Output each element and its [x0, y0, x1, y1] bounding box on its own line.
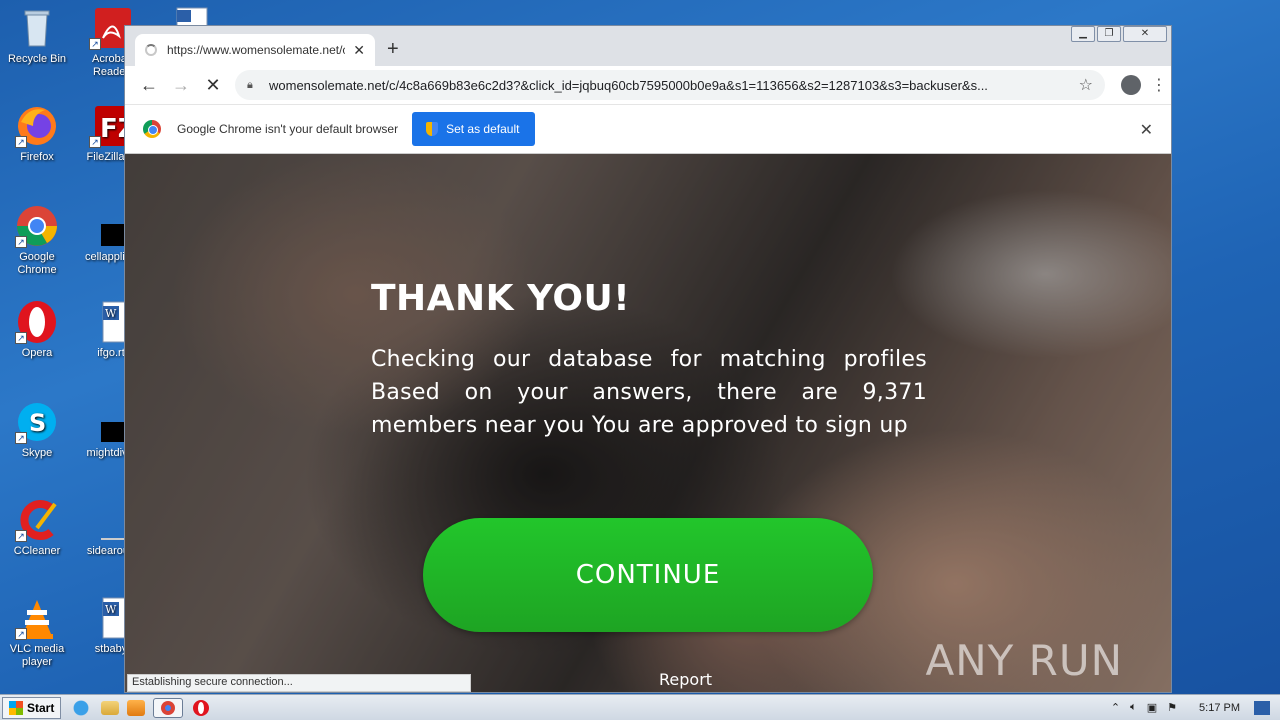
- taskbar-chrome-icon[interactable]: [153, 697, 184, 718]
- shortcut-arrow-icon: ↗: [89, 136, 101, 148]
- anyrun-watermark: ANY RUN: [926, 636, 1124, 685]
- desktop-icon-label: Google Chrome: [17, 251, 57, 276]
- vlc-icon: ↗: [15, 596, 59, 640]
- network-icon[interactable]: ▣: [1147, 701, 1157, 714]
- tab-close-button[interactable]: ✕: [353, 42, 365, 59]
- internet-explorer-icon[interactable]: [69, 697, 94, 718]
- kebab-menu-icon[interactable]: ⋮: [1151, 75, 1167, 95]
- profile-avatar-icon[interactable]: [1121, 75, 1141, 95]
- web-page: THANK YOU! Checking our database for mat…: [125, 154, 1171, 692]
- desktop-icon-skype[interactable]: S ↗ Skype: [2, 400, 72, 460]
- watermark-text: ANY RUN: [925, 636, 1123, 685]
- opera-taskbar-icon[interactable]: [191, 698, 215, 718]
- start-label: Start: [27, 700, 55, 715]
- window-close-button[interactable]: ✕: [1123, 26, 1167, 42]
- media-player-icon[interactable]: [127, 699, 146, 716]
- tab-active[interactable]: https://www.womensolemate.net/c/ ✕: [135, 34, 375, 66]
- recycle-bin-icon: [15, 6, 59, 50]
- desktop-icon-vlc[interactable]: ↗ VLC media player: [2, 596, 72, 669]
- opera-icon: ↗: [15, 300, 59, 344]
- chrome-window: https://www.womensolemate.net/c/ ✕ + ▁ ❐…: [124, 25, 1172, 693]
- clock[interactable]: 5:17 PM: [1199, 702, 1240, 714]
- firefox-icon: ↗: [15, 104, 59, 148]
- loading-spinner-icon: [145, 44, 157, 56]
- window-controls: ▁ ❐ ✕: [1071, 26, 1167, 42]
- shortcut-arrow-icon: ↗: [15, 332, 27, 344]
- maximize-button[interactable]: ❐: [1097, 26, 1121, 42]
- file-explorer-icon[interactable]: [101, 700, 120, 715]
- desktop-icon-label: VLC media player: [9, 643, 65, 668]
- shortcut-arrow-icon: ↗: [15, 432, 27, 444]
- desktop-icon-opera[interactable]: ↗ Opera: [2, 300, 72, 360]
- skype-icon: S ↗: [15, 400, 59, 444]
- windows-logo-icon: [9, 700, 23, 715]
- page-body-text: Checking our database for matching profi…: [371, 347, 927, 438]
- infobar-close-icon[interactable]: ✕: [1140, 120, 1153, 140]
- svg-text:W: W: [105, 603, 117, 616]
- continue-button[interactable]: CONTINUE: [423, 518, 873, 632]
- shortcut-arrow-icon: ↗: [15, 236, 27, 248]
- shortcut-arrow-icon: ↗: [15, 530, 27, 542]
- desktop-icon-ccleaner[interactable]: ↗ CCleaner: [2, 498, 72, 558]
- set-as-default-label: Set as default: [446, 122, 520, 136]
- show-desktop-button[interactable]: [1254, 700, 1270, 715]
- report-link[interactable]: Report: [659, 670, 712, 689]
- chrome-logo-icon: [143, 120, 161, 138]
- lock-icon[interactable]: 🔒︎: [247, 79, 259, 91]
- desktop-icon-recycle-bin[interactable]: Recycle Bin: [2, 6, 72, 66]
- stop-loading-icon[interactable]: ✕: [197, 75, 229, 96]
- ccleaner-icon: ↗: [15, 498, 59, 542]
- volume-icon[interactable]: 🔈︎: [1130, 701, 1137, 714]
- page-headline: THANK YOU!: [371, 278, 631, 319]
- url-text: womensolemate.net/c/4c8a669b83e6c2d3?&cl…: [269, 77, 988, 93]
- action-center-flag-icon[interactable]: ⚑: [1167, 701, 1177, 714]
- status-bubble: Establishing secure connection...: [127, 674, 471, 692]
- desktop-icon-google-chrome[interactable]: ↗ Google Chrome: [2, 204, 72, 277]
- back-arrow-icon[interactable]: ←: [133, 75, 165, 96]
- svg-text:W: W: [105, 307, 117, 320]
- forward-arrow-icon[interactable]: →: [165, 75, 197, 96]
- tab-title: https://www.womensolemate.net/c/: [167, 43, 346, 57]
- svg-text:S: S: [29, 409, 46, 437]
- page-content: THANK YOU! Checking our database for mat…: [371, 278, 927, 442]
- shortcut-arrow-icon: ↗: [89, 38, 101, 50]
- bookmark-star-icon[interactable]: ☆: [1079, 75, 1093, 95]
- uac-shield-icon: [426, 122, 439, 136]
- chrome-icon: ↗: [15, 204, 59, 248]
- system-tray: ⌃ 🔈︎ ▣ ⚑ 5:17 PM: [1101, 700, 1280, 715]
- shortcut-arrow-icon: ↗: [15, 628, 27, 640]
- desktop-icon-label: Firefox: [20, 151, 54, 163]
- desktop-icon-label: Opera: [21, 347, 53, 359]
- infobar-message: Google Chrome isn't your default browser: [177, 122, 399, 136]
- desktop-icon-firefox[interactable]: ↗ Firefox: [2, 104, 72, 164]
- new-tab-button[interactable]: +: [387, 38, 399, 61]
- taskbar: Start ⌃ 🔈︎ ▣ ⚑ 5:17 PM: [0, 694, 1280, 720]
- tray-expand-icon[interactable]: ⌃: [1111, 701, 1120, 714]
- start-button[interactable]: Start: [2, 696, 62, 719]
- desktop-icon-label: CCleaner: [13, 545, 61, 557]
- minimize-button[interactable]: ▁: [1071, 26, 1095, 42]
- desktop-icon-label: Recycle Bin: [7, 53, 67, 65]
- shortcut-arrow-icon: ↗: [15, 136, 27, 148]
- tab-strip: https://www.womensolemate.net/c/ ✕ + ▁ ❐…: [125, 26, 1171, 66]
- default-browser-infobar: Google Chrome isn't your default browser…: [125, 104, 1171, 154]
- desktop-icon-label: Skype: [21, 447, 53, 459]
- set-as-default-button[interactable]: Set as default: [412, 112, 536, 146]
- browser-toolbar: ← → ✕ 🔒︎ womensolemate.net/c/4c8a669b83e…: [125, 66, 1171, 104]
- address-bar[interactable]: 🔒︎ womensolemate.net/c/4c8a669b83e6c2d3?…: [235, 70, 1105, 100]
